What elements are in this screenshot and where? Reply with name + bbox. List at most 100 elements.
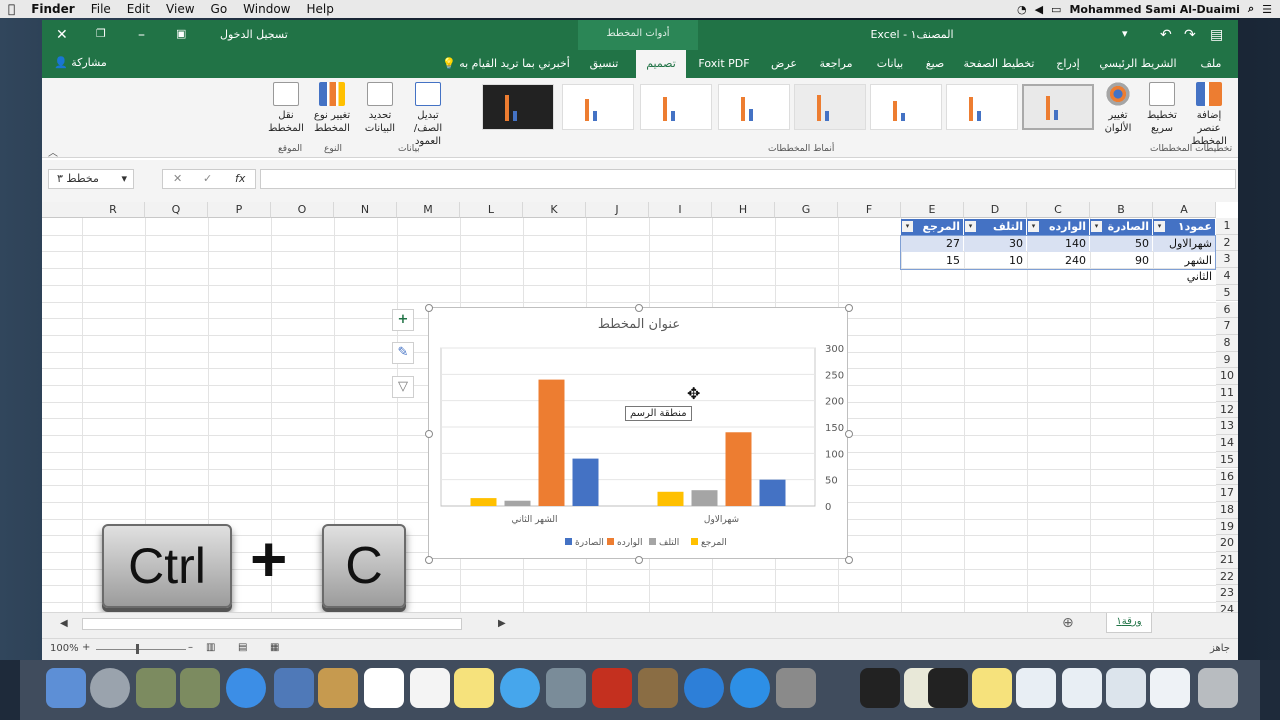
worksheet-grid[interactable]: ▾ عمود١ ▾ الصادرة ▾ الوارده ▾ التلف ▾ المرجع …	[42, 202, 1238, 620]
itunes-icon[interactable]	[684, 668, 724, 708]
column-header[interactable]: F	[838, 202, 901, 218]
tab-insert[interactable]: إدراج	[1050, 50, 1086, 78]
horizontal-scrollbar[interactable]	[82, 618, 462, 630]
tab-data[interactable]: بيانات	[870, 50, 910, 78]
row-header[interactable]: 10	[1216, 368, 1238, 385]
tab-view[interactable]: عرض	[764, 50, 804, 78]
resize-handle[interactable]	[425, 556, 433, 564]
redo-icon[interactable]: ↷	[1184, 27, 1196, 43]
change-colors-button[interactable]: تغيير الألوان	[1098, 82, 1138, 135]
app-icon[interactable]	[136, 668, 176, 708]
zoom-slider[interactable]	[96, 649, 186, 650]
share-button[interactable]: 👤 مشاركة	[54, 56, 107, 69]
app-icon[interactable]	[180, 668, 220, 708]
chart-style-1[interactable]	[482, 84, 554, 130]
collapse-ribbon-icon[interactable]: ︿	[48, 144, 58, 159]
column-header[interactable]: O	[271, 202, 334, 218]
search-dropdown-icon[interactable]: ▾	[1122, 27, 1128, 40]
table-header-cell[interactable]: ▾ الصادرة	[1090, 219, 1152, 235]
switch-rowcol-button[interactable]: تبديل الصف/ العمود	[402, 82, 454, 148]
menu-help[interactable]: Help	[299, 0, 342, 18]
reminders-icon[interactable]	[410, 668, 450, 708]
battery-icon[interactable]: ▭	[1051, 3, 1061, 16]
chart-style-5[interactable]	[794, 84, 866, 130]
chart-style-7[interactable]	[946, 84, 1018, 130]
scroll-left-icon[interactable]: ◀	[60, 618, 68, 629]
menu-go[interactable]: Go	[203, 0, 236, 18]
row-header[interactable]: 14	[1216, 435, 1238, 452]
row-header[interactable]: 9	[1216, 351, 1238, 369]
chart-style-3[interactable]	[640, 84, 712, 130]
zoom-slider-thumb[interactable]	[136, 644, 139, 654]
tell-me-box[interactable]: 💡 أخبرني بما تريد القيام به	[442, 57, 570, 70]
minimize-icon[interactable]: –	[138, 27, 145, 43]
select-data-button[interactable]: تحديد البيانات	[360, 82, 400, 135]
row-header[interactable]: 12	[1216, 401, 1238, 419]
page-break-view-icon[interactable]: ▤	[238, 642, 247, 653]
volume-icon[interactable]: ◀	[1035, 3, 1043, 16]
tab-design[interactable]: تصميم	[636, 50, 686, 78]
row-header[interactable]: 23	[1216, 585, 1238, 603]
row-header[interactable]: 3	[1216, 251, 1238, 269]
menu-view[interactable]: View	[158, 0, 202, 18]
filter-dropdown-icon[interactable]: ▾	[1091, 221, 1102, 232]
column-header[interactable]: N	[334, 202, 397, 218]
chart[interactable]: 300 250 200 150 100 50 0 عنوان المخطط الشهر الثا…	[425, 304, 853, 564]
save-icon[interactable]: ▤	[1210, 27, 1223, 43]
row-header[interactable]: 1	[1216, 218, 1238, 235]
resize-handle[interactable]	[845, 430, 853, 438]
resize-handle[interactable]	[425, 430, 433, 438]
normal-view-icon[interactable]: ▦	[270, 642, 279, 653]
window-thumbnail[interactable]	[928, 668, 968, 708]
window-thumbnail[interactable]	[1106, 668, 1146, 708]
filter-dropdown-icon[interactable]: ▾	[1154, 221, 1165, 232]
table-header-cell[interactable]: ▾ الوارده	[1027, 219, 1089, 235]
table-header-cell[interactable]: ▾ التلف	[964, 219, 1026, 235]
tab-foxit[interactable]: Foxit PDF	[698, 50, 750, 78]
trash-icon[interactable]	[1198, 668, 1238, 708]
chart-style-6[interactable]	[870, 84, 942, 130]
row-header[interactable]: 13	[1216, 418, 1238, 436]
user-name[interactable]: Mohammed Sami Al-Duaimi	[1069, 3, 1240, 16]
contacts-icon[interactable]	[318, 668, 358, 708]
chart-styles-brush-icon[interactable]: ✎	[392, 342, 414, 364]
column-header[interactable]: J	[586, 202, 649, 218]
filter-dropdown-icon[interactable]: ▾	[965, 221, 976, 232]
resize-handle[interactable]	[845, 556, 853, 564]
undo-icon[interactable]: ↶	[1160, 27, 1172, 43]
row-header[interactable]: 20	[1216, 535, 1238, 552]
filter-dropdown-icon[interactable]: ▾	[902, 221, 913, 232]
add-element-button[interactable]: إضافة عنصر المخطط	[1184, 82, 1234, 148]
row-header[interactable]: 8	[1216, 334, 1238, 352]
tab-format[interactable]: تنسيق	[584, 50, 624, 78]
column-header[interactable]: D	[964, 202, 1027, 218]
notes-icon[interactable]	[454, 668, 494, 708]
resize-handle[interactable]	[845, 304, 853, 312]
column-header[interactable]: G	[775, 202, 838, 218]
column-header[interactable]: Q	[145, 202, 208, 218]
chart-style-4[interactable]	[718, 84, 790, 130]
window-thumbnail[interactable]	[1016, 668, 1056, 708]
window-thumbnail[interactable]	[860, 668, 900, 708]
fx-icon[interactable]: fx	[235, 172, 245, 185]
column-header[interactable]: I	[649, 202, 712, 218]
chart-style-8[interactable]	[1022, 84, 1094, 130]
close-icon[interactable]: ✕	[56, 27, 68, 43]
row-header[interactable]: 16	[1216, 468, 1238, 486]
login-link[interactable]: تسجيل الدخول	[220, 28, 288, 41]
row-header[interactable]: 6	[1216, 301, 1238, 319]
row-header[interactable]: 2	[1216, 234, 1238, 252]
menu-list-icon[interactable]: ☰	[1262, 3, 1272, 16]
wifi-icon[interactable]: ◔	[1017, 3, 1027, 16]
system-preferences-icon[interactable]	[776, 668, 816, 708]
fullscreen-icon[interactable]: ▣	[176, 27, 186, 40]
row-header[interactable]: 5	[1216, 284, 1238, 302]
row-header[interactable]: 22	[1216, 568, 1238, 586]
tab-page-layout[interactable]: تخطيط الصفحة	[962, 50, 1036, 78]
row-header[interactable]: 19	[1216, 518, 1238, 536]
move-chart-button[interactable]: نقل المخطط	[266, 82, 306, 135]
tab-formulas[interactable]: صيغ	[920, 50, 950, 78]
menu-edit[interactable]: Edit	[119, 0, 158, 18]
add-sheet-icon[interactable]: ⊕	[1062, 615, 1074, 631]
resize-handle[interactable]	[635, 556, 643, 564]
